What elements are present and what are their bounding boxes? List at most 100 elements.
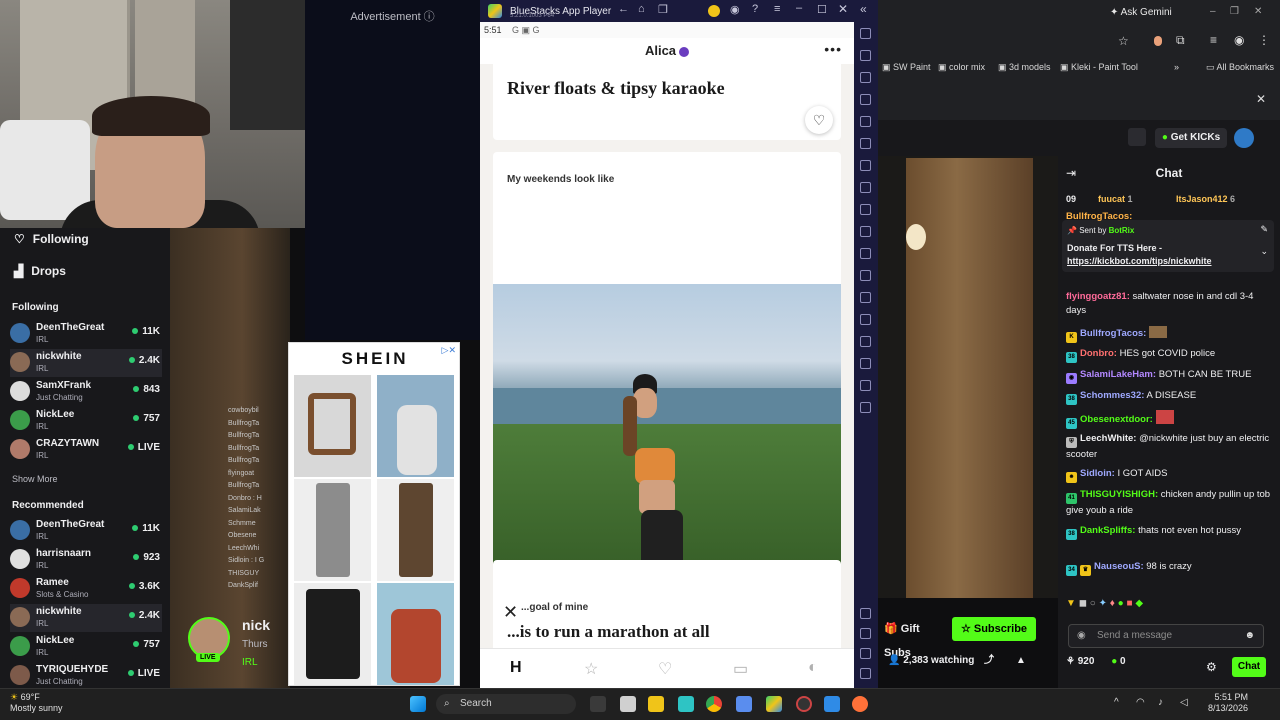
report-icon[interactable]: ▲ [1016, 648, 1026, 674]
help-icon[interactable]: ? [752, 3, 758, 15]
more-bookmarks-icon[interactable]: » [1174, 62, 1179, 72]
ad-close-icon[interactable]: ▷✕ [442, 345, 456, 356]
close-icon[interactable]: ✕ [1254, 6, 1262, 17]
restore-icon[interactable]: ❐ [1230, 6, 1239, 17]
sidebar-channel[interactable]: CRAZYTAWN IRL LIVE [10, 436, 162, 464]
expand-chevron-icon[interactable]: ⌄ [1260, 246, 1268, 257]
obs-icon[interactable] [796, 696, 812, 712]
settings-icon[interactable] [860, 608, 871, 619]
eco-mode-icon[interactable] [860, 160, 871, 171]
sidebar-channel[interactable]: DeenTheGreat IRL 11K [10, 320, 162, 348]
location-icon[interactable] [860, 358, 871, 369]
like-button[interactable]: ♡ [805, 106, 833, 134]
camera-icon[interactable] [860, 226, 871, 237]
erase-icon[interactable] [860, 336, 871, 347]
kebab-menu-icon[interactable]: ⋮ [1258, 33, 1270, 47]
pinned-message[interactable]: 📌 Sent by BotRix Donate For TTS Here - h… [1062, 220, 1274, 272]
screenshot-icon[interactable] [860, 204, 871, 215]
sidebar-channel[interactable]: NickLee IRL 757 [10, 407, 162, 435]
sidebar-channel[interactable]: Ramee Slots & Casino 3.6K [10, 575, 162, 603]
sync-icon[interactable] [860, 138, 871, 149]
bookmark-item[interactable]: ▣ Kleki - Paint Tool [1060, 62, 1138, 73]
ad-product-image[interactable] [294, 375, 371, 477]
ad-product-image[interactable] [377, 583, 454, 685]
emoji-icon[interactable]: ☻ [1244, 625, 1255, 647]
stream-info[interactable]: LIVE nick Thurs IRL [188, 615, 288, 685]
emote-icon[interactable]: ♦ [1110, 598, 1118, 609]
unpin-icon[interactable]: ✎ [1260, 224, 1268, 235]
all-bookmarks[interactable]: ▭ All Bookmarks [1206, 62, 1274, 73]
chat-message-input[interactable]: ◉ Send a message ☻ [1068, 624, 1264, 648]
network-icon[interactable]: ◠ [1136, 697, 1145, 708]
android-recents-icon[interactable] [860, 668, 871, 679]
volume-icon[interactable]: ◁ [1180, 697, 1188, 708]
chrome-icon[interactable] [706, 696, 722, 712]
bookmark-star-icon[interactable]: ☆ [1118, 34, 1129, 48]
folder-icon[interactable] [860, 270, 871, 281]
puzzle-icon[interactable]: ⧉ [1176, 33, 1185, 48]
emote-bar[interactable]: ▼ ◼ ○ ✦ ♦ ● ■ ◆ [1066, 598, 1276, 616]
recents-icon[interactable]: ❐ [658, 3, 668, 16]
ad-product-image[interactable] [294, 479, 371, 581]
screen-record-icon[interactable] [860, 94, 871, 105]
top-gifter[interactable]: ItsJason412 6 [1176, 194, 1235, 204]
android-home-icon[interactable] [860, 648, 871, 659]
file-icon[interactable] [620, 696, 636, 712]
star-icon[interactable]: ☆ [584, 659, 598, 679]
library-icon[interactable] [1128, 128, 1146, 146]
taskbar-clock[interactable]: 5:51 PM 8/13/2026 [1208, 692, 1248, 714]
sidebar-channel[interactable]: nickwhite IRL 2.4K [10, 604, 162, 632]
bluestacks-taskbar-icon[interactable] [766, 696, 782, 712]
sidebar-channel[interactable]: nickwhite IRL 2.4K [10, 349, 162, 377]
share-icon[interactable]: ⤴ [984, 648, 994, 674]
keyboard-icon[interactable] [860, 72, 871, 83]
emote-icon[interactable]: ◆ [1135, 598, 1143, 609]
nav-drops[interactable]: ▟ Drops [14, 264, 66, 278]
profile-scroll-area[interactable]: River floats & tipsy karaoke ♡ My weeken… [480, 64, 854, 648]
ask-gemini-button[interactable]: ✦ Ask Gemini [1110, 7, 1172, 18]
volume-icon[interactable] [860, 50, 871, 61]
ad-product-image[interactable] [377, 375, 454, 477]
ad-product-image[interactable] [294, 583, 371, 685]
pinned-link[interactable]: https://kickbot.com/tips/nickwhite [1067, 256, 1212, 266]
file-explorer-icon[interactable] [648, 696, 664, 712]
ad-product-image[interactable] [377, 479, 454, 581]
shein-ad[interactable]: SHEIN ▷✕ [288, 342, 460, 686]
more-options-icon[interactable]: ••• [824, 41, 842, 57]
sidebar-channel[interactable]: TYRIQUEHYDE Just Chatting LIVE [10, 662, 162, 690]
chat-settings-icon[interactable]: ⚙ [1206, 660, 1217, 674]
profile-avatar-icon[interactable]: ◉ [1234, 33, 1244, 47]
subscribe-button[interactable]: ☆ Subscribe [952, 617, 1036, 641]
sidebar-channel[interactable]: NickLee IRL 757 [10, 633, 162, 661]
show-more-link[interactable]: Show More [12, 474, 58, 484]
home-icon[interactable]: ⌂ [638, 3, 645, 15]
streamer-name[interactable]: nick [242, 617, 270, 633]
chat-bubble-icon[interactable]: ▭ [733, 659, 748, 679]
user-avatar-icon[interactable] [1234, 128, 1254, 148]
close-banner-icon[interactable]: ✕ [1256, 92, 1266, 106]
menu-icon[interactable]: ≡ [774, 3, 780, 15]
back-icon[interactable]: ← [618, 3, 629, 15]
kick-video-player[interactable] [878, 156, 1058, 598]
emote-icon[interactable]: ◼ [1079, 598, 1090, 609]
nav-following[interactable]: ♡ Following [14, 232, 89, 246]
tray-overflow-icon[interactable]: ^ [1114, 697, 1119, 708]
coin-icon[interactable] [708, 5, 720, 17]
collapse-sidebar-icon[interactable]: « [860, 2, 867, 16]
emote-icon[interactable]: ○ [1090, 598, 1099, 609]
shake-icon[interactable] [860, 248, 871, 259]
window-controls-icon[interactable]: – [1210, 6, 1216, 17]
start-icon[interactable] [410, 696, 426, 712]
weather-widget[interactable]: ☀ 69°F Mostly sunny [10, 692, 63, 714]
emote-icon[interactable]: ✦ [1099, 598, 1110, 609]
rotate-icon[interactable] [860, 292, 871, 303]
paint-icon[interactable] [824, 696, 840, 712]
maximize-icon[interactable]: ☐ [817, 3, 827, 16]
fullscreen-icon[interactable] [860, 28, 871, 39]
top-gifter[interactable]: fuucat 1 [1098, 194, 1133, 204]
multi-instance-icon[interactable] [860, 314, 871, 325]
chat-send-button[interactable]: Chat [1232, 657, 1266, 677]
likes-heart-icon[interactable]: ♡ [658, 659, 672, 679]
get-kicks-button[interactable]: ● Get KICKs [1155, 128, 1227, 148]
emote-icon[interactable]: ● [1118, 598, 1127, 609]
